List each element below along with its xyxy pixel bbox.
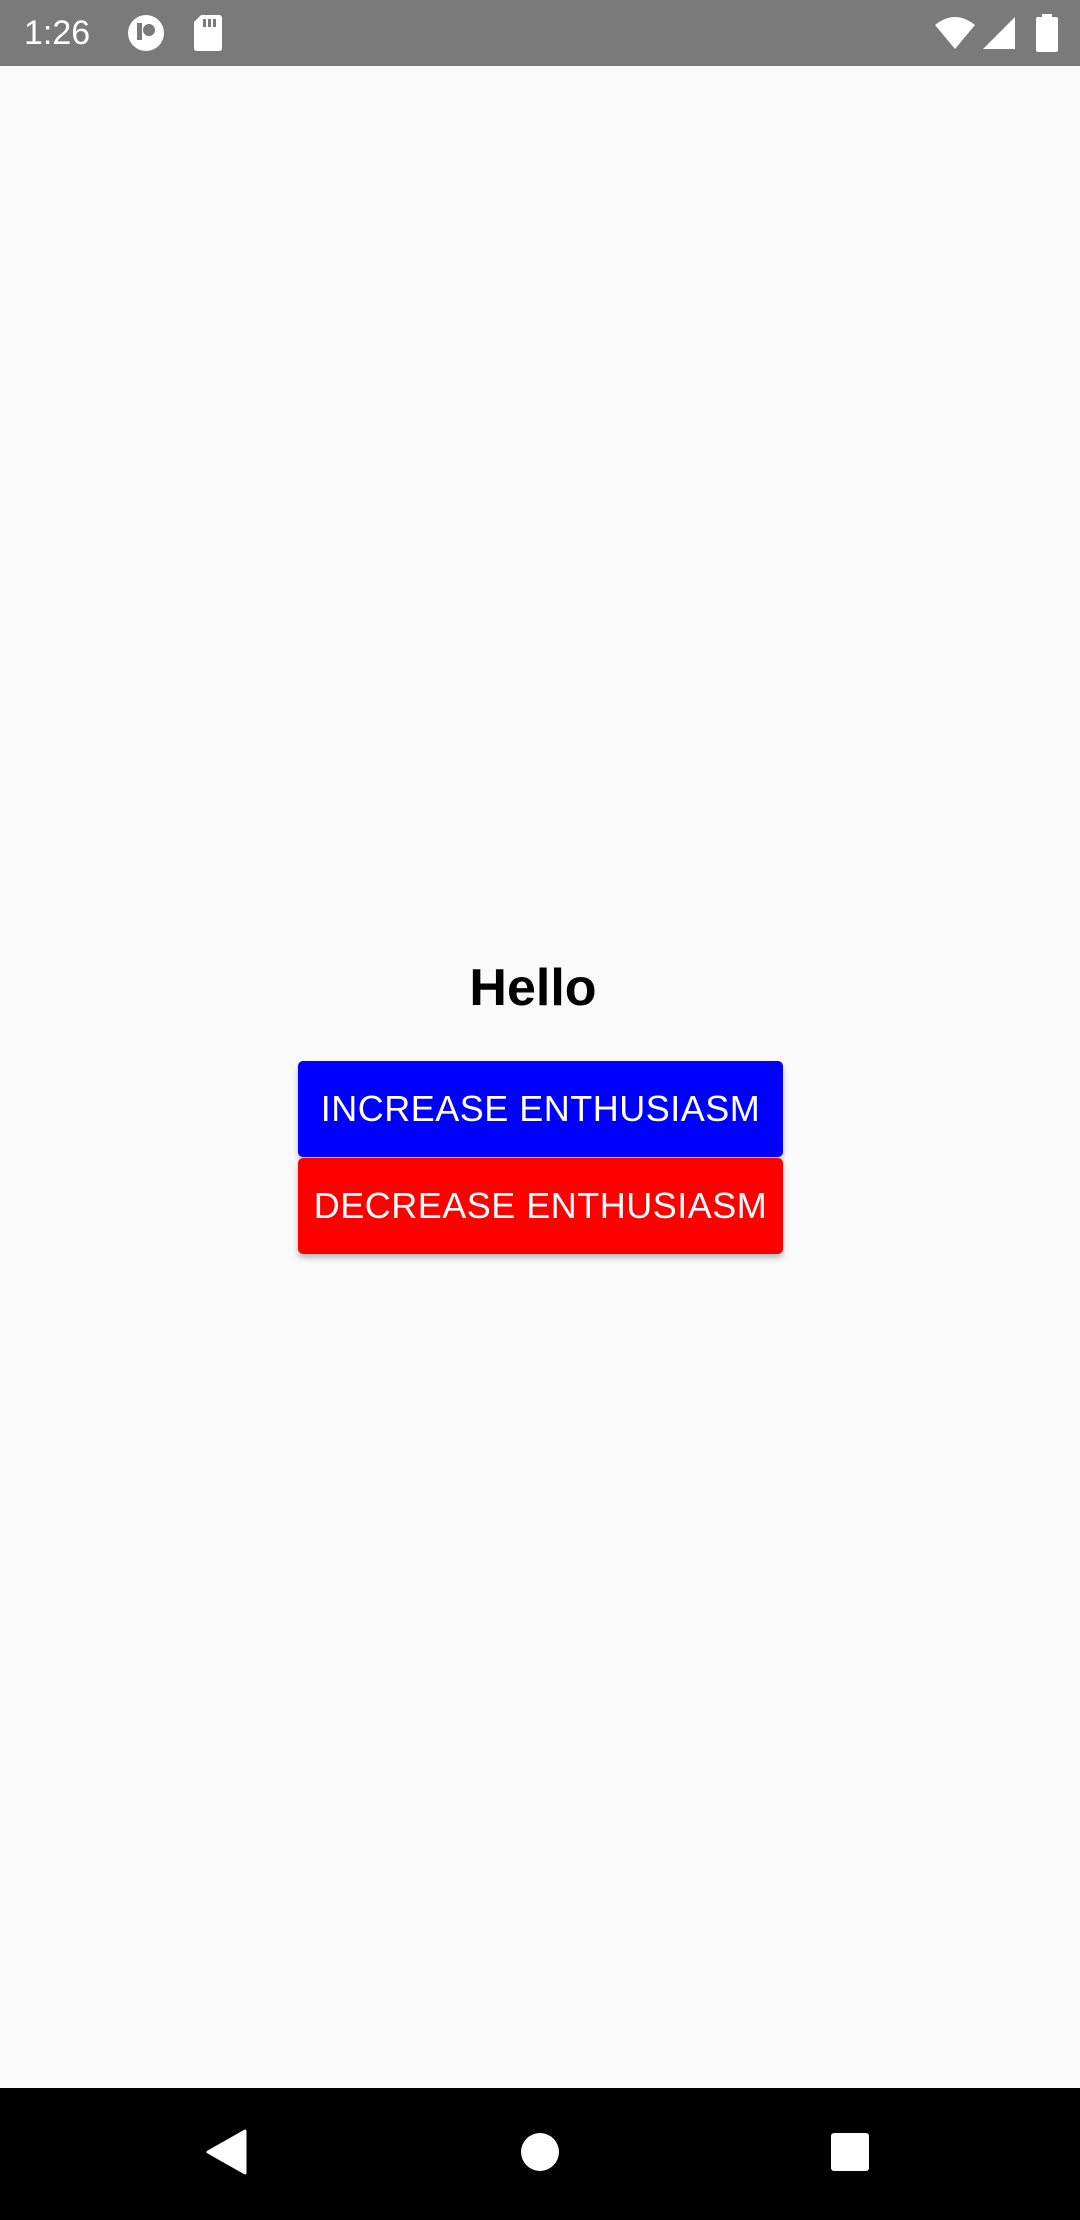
recents-icon	[830, 2132, 870, 2177]
app-screen: 1:26 Hello INCREASE ENTHUSIASM DECREASE …	[0, 0, 1080, 2220]
app-notification-icon	[127, 14, 165, 57]
home-icon	[520, 2132, 560, 2177]
increase-enthusiasm-button[interactable]: INCREASE ENTHUSIASM	[298, 1061, 783, 1157]
greeting-text: Hello	[469, 959, 597, 1017]
sd-card-icon	[193, 14, 223, 57]
home-button[interactable]	[450, 2088, 630, 2220]
status-bar: 1:26	[0, 0, 1080, 66]
navigation-bar	[0, 2088, 1080, 2220]
cell-signal-icon	[982, 16, 1016, 55]
status-time: 1:26	[24, 14, 91, 52]
recents-button[interactable]	[760, 2088, 940, 2220]
battery-icon	[1036, 14, 1058, 57]
back-button[interactable]	[136, 2088, 316, 2220]
main-content: Hello INCREASE ENTHUSIASM DECREASE ENTHU…	[0, 66, 1080, 2088]
wifi-icon	[934, 16, 976, 55]
back-icon	[205, 2129, 247, 2180]
decrease-enthusiasm-button[interactable]: DECREASE ENTHUSIASM	[298, 1158, 783, 1254]
